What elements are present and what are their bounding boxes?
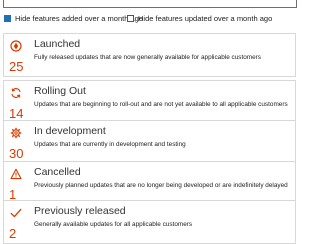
category-title: Previously released — [34, 205, 126, 217]
checkmark-icon — [10, 208, 22, 218]
category-description: Generally available updates for all appl… — [34, 221, 193, 228]
category-title: Cancelled — [34, 166, 81, 178]
filter-hide-added[interactable]: Hide features added over a month ago — [4, 14, 143, 23]
category-card-previously-released[interactable]: Previously released Generally available … — [3, 200, 296, 244]
rocket-icon — [10, 40, 22, 52]
category-description: Previously planned updates that are no l… — [34, 182, 288, 189]
category-description: Updates that are currently in developmen… — [34, 141, 186, 148]
checkbox-checked[interactable] — [4, 15, 11, 22]
category-card-cancelled[interactable]: Cancelled Previously planned updates tha… — [3, 161, 296, 205]
refresh-icon — [11, 88, 21, 98]
category-count: 2 — [9, 226, 17, 241]
filter-hide-updated[interactable]: Hide features updated over a month ago — [127, 14, 272, 23]
category-count: 25 — [9, 59, 24, 74]
warning-icon — [10, 168, 22, 180]
category-card-rolling-out[interactable]: Rolling Out Updates that are beginning t… — [3, 80, 296, 124]
gear-icon — [10, 127, 22, 139]
category-card-launched[interactable]: Launched Fully released updates that are… — [3, 33, 296, 77]
category-count: 30 — [9, 146, 24, 161]
category-description: Updates that are beginning to roll-out a… — [34, 101, 288, 108]
category-card-in-development[interactable]: In development Updates that are currentl… — [3, 120, 296, 164]
category-description: Fully released updates that are now gene… — [34, 54, 261, 61]
search-input[interactable] — [3, 0, 297, 8]
filter-label: Hide features updated over a month ago — [138, 14, 273, 23]
category-title: Launched — [34, 38, 81, 50]
filter-label: Hide features added over a month ago — [15, 14, 144, 23]
category-title: Rolling Out — [34, 85, 86, 97]
category-count: 14 — [9, 106, 24, 121]
category-title: In development — [34, 125, 106, 137]
checkbox-unchecked[interactable] — [127, 15, 134, 22]
